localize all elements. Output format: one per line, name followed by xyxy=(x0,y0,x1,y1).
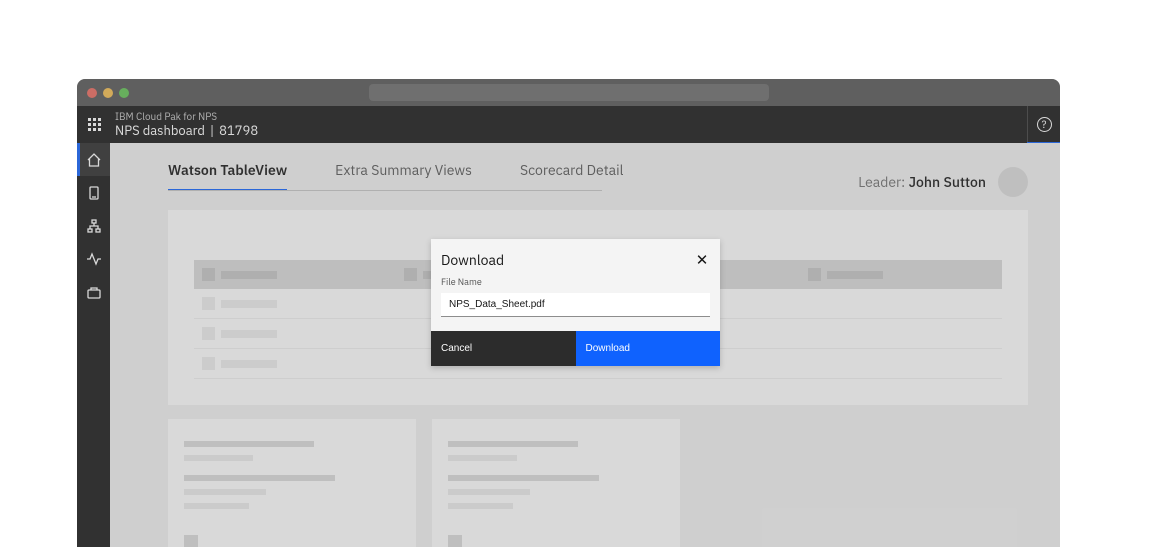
download-button[interactable]: Download xyxy=(576,331,721,366)
close-icon[interactable]: ✕ xyxy=(694,252,710,268)
file-name-label: File Name xyxy=(431,275,720,292)
download-modal: Download ✕ File Name Cancel Download xyxy=(431,239,720,366)
modal-title: Download xyxy=(441,251,504,269)
cancel-button[interactable]: Cancel xyxy=(431,331,576,366)
file-name-input[interactable] xyxy=(441,293,710,317)
